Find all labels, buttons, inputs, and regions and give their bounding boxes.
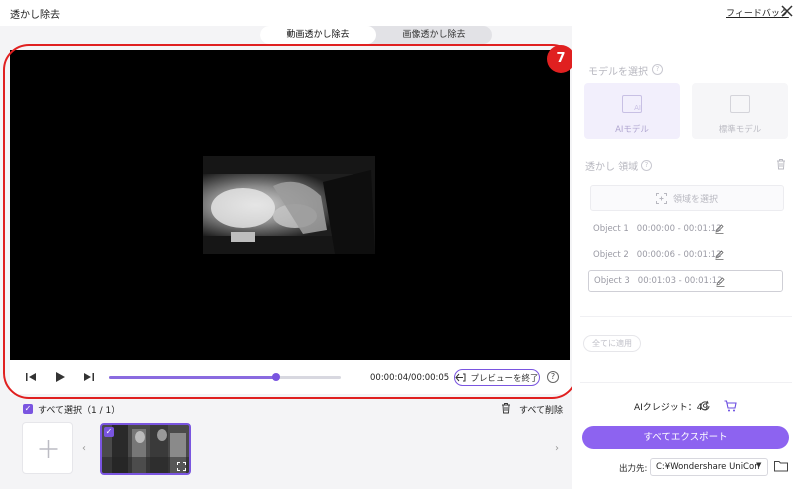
- progress-fill: [109, 376, 276, 379]
- add-media-button[interactable]: [22, 422, 73, 474]
- app-title: 透かし除去: [10, 10, 60, 21]
- panel-divider: [580, 382, 792, 383]
- object-range: 00:00:06 - 00:01:12: [636, 250, 722, 260]
- thumbnail-next-arrow[interactable]: ›: [555, 443, 559, 454]
- exit-preview-icon: [455, 373, 466, 382]
- object-name: Object 1: [593, 224, 629, 234]
- object-row-3[interactable]: Object 3 00:01:03 - 00:01:12: [588, 270, 783, 292]
- ai-credit-label: AIクレジット：49: [634, 403, 709, 413]
- standard-model-icon: [730, 95, 750, 113]
- folder-icon[interactable]: [774, 460, 788, 472]
- output-label: 出力先:: [619, 464, 648, 474]
- ai-model-icon: AI: [622, 95, 642, 113]
- apply-to-all-button[interactable]: 全てに適用: [583, 335, 641, 352]
- progress-knob[interactable]: [272, 373, 280, 381]
- standard-model-label: 標準モデル: [718, 125, 762, 135]
- edit-icon[interactable]: [714, 249, 725, 260]
- thumbnail-checkbox[interactable]: ✓: [104, 427, 114, 437]
- previous-frame-icon[interactable]: [24, 370, 38, 384]
- cart-icon[interactable]: [724, 400, 737, 412]
- region-heading: 透かし 領域: [585, 162, 639, 173]
- thumbnail-prev-arrow[interactable]: ‹: [82, 443, 86, 454]
- ai-model-card[interactable]: AI AIモデル: [584, 83, 680, 139]
- output-path-select[interactable]: C:¥Wondershare UniCon: [650, 458, 768, 476]
- object-row-1[interactable]: Object 1 00:00:00 - 00:01:12: [588, 218, 783, 240]
- help-icon[interactable]: ?: [547, 371, 559, 383]
- video-frame-image: [203, 156, 375, 254]
- exit-preview-label: プレビューを終了: [470, 373, 539, 384]
- select-all-checkbox[interactable]: ✓: [23, 404, 33, 414]
- close-icon[interactable]: [779, 3, 795, 19]
- play-icon[interactable]: [53, 370, 67, 384]
- exit-preview-button[interactable]: プレビューを終了: [454, 369, 540, 386]
- chevron-down-icon: ▼: [756, 461, 762, 469]
- object-name: Object 2: [593, 250, 629, 260]
- mode-tabs: 動画透かし除去 画像透かし除去: [260, 26, 492, 44]
- tab-video-watermark[interactable]: 動画透かし除去: [260, 26, 376, 44]
- ai-model-icon-badge: AI: [634, 104, 641, 112]
- title-bar: [0, 0, 800, 26]
- object-name: Object 3: [594, 276, 630, 286]
- annotation-badge: 7: [547, 45, 575, 73]
- edit-icon[interactable]: [715, 276, 726, 287]
- select-region-label: 領域を選択: [672, 194, 718, 205]
- object-range: 00:00:00 - 00:01:12: [636, 224, 722, 234]
- tab-image-watermark[interactable]: 画像透かし除去: [376, 26, 492, 44]
- trash-icon[interactable]: [500, 402, 512, 414]
- region-trash-icon[interactable]: [775, 158, 787, 170]
- time-display: 00:00:04/00:00:05: [370, 373, 450, 383]
- object-range: 00:01:03 - 00:01:12: [637, 276, 723, 286]
- model-heading: モデルを選択: [588, 67, 648, 78]
- object-row-2[interactable]: Object 2 00:00:06 - 00:01:12: [588, 244, 783, 266]
- delete-all-label[interactable]: すべて削除: [519, 403, 563, 416]
- next-frame-icon[interactable]: [82, 370, 96, 384]
- ai-model-label: AIモデル: [615, 125, 649, 135]
- region-help-icon[interactable]: ?: [641, 160, 652, 171]
- model-help-icon[interactable]: ?: [652, 64, 663, 75]
- thumbnail-picture: [102, 425, 189, 473]
- video-frame-picture: [203, 156, 375, 254]
- standard-model-card[interactable]: 標準モデル: [692, 83, 788, 139]
- edit-icon[interactable]: [714, 223, 725, 234]
- panel-divider: [580, 316, 792, 317]
- select-region-button[interactable]: 領域を選択: [590, 185, 784, 211]
- crop-icon: [177, 462, 186, 471]
- select-region-icon: [655, 192, 667, 204]
- refresh-icon[interactable]: [699, 400, 711, 412]
- export-all-button[interactable]: すべてエクスポート: [582, 426, 789, 449]
- select-all-label: すべて選択（1 / 1）: [38, 406, 121, 416]
- plus-icon: [39, 440, 58, 458]
